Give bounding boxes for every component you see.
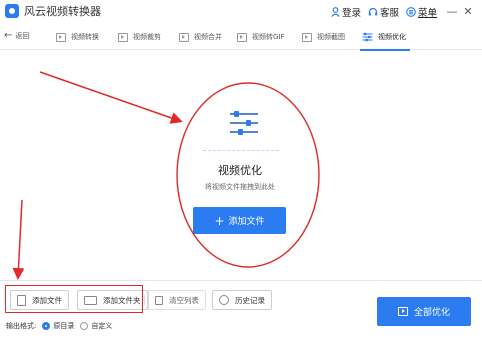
drop-zone-title: 视频优化 xyxy=(218,164,262,177)
minimize-button[interactable]: — xyxy=(444,4,460,20)
gif-icon xyxy=(237,32,247,42)
titlebar-controls: 登录 客服 菜单 — ✕ xyxy=(331,4,476,20)
active-tab-indicator xyxy=(360,49,410,51)
toolbar-divider xyxy=(144,295,145,305)
menu-icon xyxy=(406,7,416,17)
login-button[interactable]: 登录 xyxy=(331,5,361,19)
add-file-primary-label: 添加文件 xyxy=(228,217,265,227)
app-logo-icon xyxy=(5,4,19,18)
headset-icon xyxy=(368,7,378,16)
tool-tab-bar: ← 返回 视频转换 视频裁剪 视频合并 视频转GIF 视频截图 视频优化 xyxy=(0,24,482,51)
add-file-primary-button[interactable]: + 添加文件 xyxy=(193,207,286,234)
title-bar: 风云视频转换器 登录 客服 菜单 — ✕ xyxy=(0,0,482,24)
tab-label: 视频截图 xyxy=(317,33,345,41)
history-button[interactable]: 历史记录 xyxy=(212,290,272,310)
annotation-arrow-bottom xyxy=(12,199,25,280)
output-format-label: 输出格式: xyxy=(6,322,37,330)
plus-icon: + xyxy=(214,213,225,228)
user-icon xyxy=(331,7,340,17)
play-icon xyxy=(397,307,408,316)
tab-video-crop[interactable]: 视频裁剪 xyxy=(118,30,161,44)
tab-label: 视频转GIF xyxy=(252,33,285,41)
clock-icon xyxy=(219,295,229,305)
clear-list-button[interactable]: 清空列表 xyxy=(148,290,206,310)
annotation-highlight-box xyxy=(5,285,143,313)
tab-video-merge[interactable]: 视频合并 xyxy=(179,30,222,44)
radio-custom-dir-label: 自定义 xyxy=(91,322,113,330)
menu-button[interactable]: 菜单 xyxy=(406,5,437,19)
tab-label: 视频合并 xyxy=(194,33,222,41)
login-label: 登录 xyxy=(341,8,361,19)
optimize-all-button[interactable]: 全部优化 xyxy=(377,297,471,326)
video-merge-icon xyxy=(179,32,189,42)
back-arrow-icon: ← xyxy=(4,30,13,41)
tab-video-to-gif[interactable]: 视频转GIF xyxy=(237,30,285,44)
menu-label: 菜单 xyxy=(417,8,437,19)
drop-zone-hint: 将视频文件拖拽到此处 xyxy=(205,183,275,191)
screenshot-icon xyxy=(302,32,312,42)
tab-video-optimize[interactable]: 视频优化 xyxy=(360,30,410,51)
tab-video-screenshot[interactable]: 视频截图 xyxy=(302,30,345,44)
video-crop-icon xyxy=(118,32,128,42)
service-button[interactable]: 客服 xyxy=(368,5,399,19)
tab-video-convert[interactable]: 视频转换 xyxy=(56,30,99,44)
close-button[interactable]: ✕ xyxy=(460,4,476,20)
video-convert-icon xyxy=(56,32,66,42)
back-label: 返回 xyxy=(15,31,30,40)
back-button[interactable]: ← 返回 xyxy=(4,30,29,41)
app-title: 风云视频转换器 xyxy=(24,5,101,18)
service-label: 客服 xyxy=(379,8,399,19)
optimize-all-label: 全部优化 xyxy=(413,308,450,318)
output-format-row: 输出格式: 原目录 自定义 xyxy=(6,321,112,331)
tab-label: 视频裁剪 xyxy=(133,33,161,41)
drop-zone-divider xyxy=(203,150,279,151)
radio-custom-dir[interactable] xyxy=(80,322,89,330)
clear-list-label: 清空列表 xyxy=(169,295,199,305)
trash-icon xyxy=(155,295,163,305)
radio-original-dir[interactable] xyxy=(42,322,51,330)
optimize-sliders-icon xyxy=(230,111,258,135)
sliders-icon xyxy=(362,32,373,42)
history-label: 历史记录 xyxy=(235,295,265,305)
tab-label: 视频转换 xyxy=(71,33,99,41)
annotation-arrow-center xyxy=(39,71,183,124)
tab-label: 视频优化 xyxy=(378,33,406,41)
radio-original-dir-label: 原目录 xyxy=(53,322,75,330)
